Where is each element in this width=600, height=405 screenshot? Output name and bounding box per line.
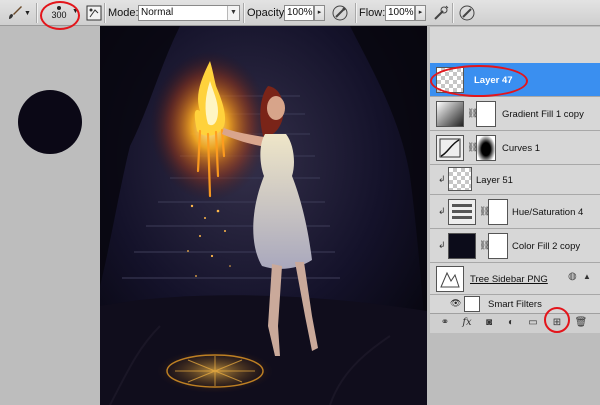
mode-label: Mode: (108, 7, 139, 19)
clipping-arrow-icon: ↲ (438, 240, 446, 250)
layer-name: Tree Sidebar PNG (470, 274, 548, 285)
brush-panel-icon (86, 5, 102, 21)
opacity-slider-button[interactable]: ▸ (314, 5, 325, 21)
opacity-value: 100% (287, 7, 313, 18)
layer-name: Hue/Saturation 4 (512, 207, 584, 218)
layers-panel-footer: ⚭ fx ◙ ◐ ▭ ⊞ 🗑 (430, 313, 600, 333)
layer-47-highlight (430, 65, 528, 97)
color-fill-thumbnail (448, 233, 476, 259)
gradient-fill-thumbnail (436, 101, 464, 127)
layer-mask-thumbnail (488, 233, 508, 259)
collapse-arrow-icon[interactable]: ▲ (583, 272, 591, 281)
pressure-opacity-icon (332, 5, 348, 21)
link-icon[interactable]: ⚭ (438, 316, 452, 330)
layer-row-smart-filters[interactable]: 👁 Smart Filters (430, 295, 600, 313)
clipping-arrow-icon: ↲ (438, 206, 446, 216)
mode-select[interactable]: Normal ▼ (138, 5, 240, 21)
layer-name: Gradient Fill 1 copy (502, 109, 584, 120)
layer-row-color-fill-2-copy[interactable]: ↲ ⛓ Color Fill 2 copy (430, 229, 600, 263)
divider (104, 3, 105, 23)
flow-value: 100% (388, 7, 414, 18)
fx-icon[interactable]: fx (460, 316, 474, 330)
divider (452, 3, 453, 23)
artwork (100, 26, 427, 405)
pressure-size-button[interactable] (458, 0, 476, 26)
layer-name: Color Fill 2 copy (512, 241, 581, 252)
layer-row-tree-sidebar-png[interactable]: Tree Sidebar PNG ◍ ▲ (430, 263, 600, 295)
flow-label: Flow: (359, 7, 386, 19)
flow-slider-button[interactable]: ▸ (415, 5, 426, 21)
layer-mask-thumbnail (476, 101, 496, 127)
layers-panel-header (430, 27, 600, 63)
chevron-down-icon: ▼ (227, 6, 239, 20)
layer-name: Layer 51 (476, 175, 513, 186)
brush-tool-icon (9, 6, 22, 19)
layer-row-hue-saturation-4[interactable]: ↲ ⛓ Hue/Saturation 4 (430, 195, 600, 229)
opacity-input[interactable]: 100% (284, 5, 314, 21)
airbrush-pressure-opacity-button[interactable] (331, 0, 349, 26)
layer-name: Smart Filters (488, 299, 542, 310)
adjustment-icon[interactable]: ◐ (504, 316, 518, 330)
smart-object-thumbnail (436, 266, 464, 292)
filter-mask-thumbnail (464, 296, 480, 312)
smart-filter-indicator-icon: ◍ (568, 271, 577, 282)
layer-row-layer-51[interactable]: ↲ Layer 51 (430, 165, 600, 195)
eye-icon[interactable]: 👁 (450, 298, 461, 309)
hue-saturation-adjustment-icon (448, 199, 476, 225)
new-layer-highlight (544, 307, 570, 333)
airbrush-icon (434, 5, 449, 20)
brush-preview-swatch (18, 90, 82, 154)
chevron-down-icon: ▼ (24, 9, 31, 17)
layer-mask-thumbnail (488, 199, 508, 225)
flow-input[interactable]: 100% (385, 5, 415, 21)
mask-icon[interactable]: ◙ (482, 316, 496, 330)
clipping-arrow-icon: ↲ (438, 174, 446, 184)
folder-icon[interactable]: ▭ (526, 316, 540, 330)
curves-adjustment-icon (436, 135, 464, 161)
layer-row-curves-1[interactable]: ⛓ Curves 1 (430, 131, 600, 165)
brush-size-highlight (40, 1, 80, 30)
tool-preset-picker[interactable]: ▼ (6, 0, 31, 26)
brush-panel-toggle[interactable] (86, 0, 102, 26)
layer-row-gradient-fill-1-copy[interactable]: ⛓ Gradient Fill 1 copy (430, 97, 600, 131)
divider (355, 3, 356, 23)
pressure-size-icon (459, 5, 475, 21)
trash-icon[interactable]: 🗑 (574, 316, 588, 330)
document-canvas[interactable] (100, 26, 427, 405)
opacity-label: Opacity: (247, 7, 288, 19)
layer-thumbnail (448, 167, 472, 191)
airbrush-button[interactable] (432, 0, 450, 26)
divider (243, 3, 244, 23)
layer-mask-thumbnail (476, 135, 496, 161)
options-bar: ▼ 300 ▼ Mode: Normal ▼ Opacity: 100% ▸ F… (0, 0, 600, 30)
layers-panel: Layer 47 ⛓ Gradient Fill 1 copy ⛓ Curves… (430, 27, 600, 405)
layer-name: Curves 1 (502, 143, 541, 154)
divider (36, 3, 37, 23)
mode-value: Normal (141, 7, 174, 18)
panel-empty-area (430, 333, 600, 405)
